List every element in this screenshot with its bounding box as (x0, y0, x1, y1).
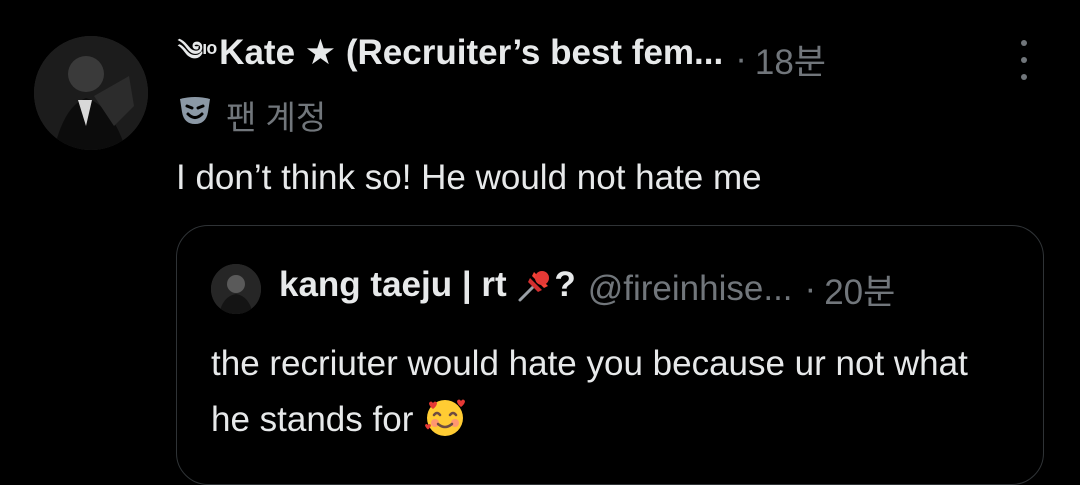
quoted-author-handle[interactable]: @fireinhise... (588, 269, 793, 309)
quoted-author-avatar[interactable] (211, 264, 261, 314)
post-text: I don’t think so! He would not hate me (176, 158, 762, 197)
pushpin-icon (516, 266, 554, 313)
post-header: ༄ᶦᵒKate ★ (Recruiter’s best fem... · 18분 (178, 33, 988, 85)
quoted-separator-dot: · (804, 269, 817, 308)
author-name[interactable]: ༄ᶦᵒKate ★ (Recruiter’s best fem... (178, 23, 723, 96)
quoted-author-name-text: kang taeju | rt (279, 265, 507, 304)
author-avatar[interactable] (34, 36, 148, 150)
separator-dot: · (735, 39, 747, 78)
account-label: 팬 계정 (178, 93, 326, 137)
quoted-post-header: kang taeju | rt ? @fireinhise... · 20분 (211, 264, 1031, 314)
post-timestamp[interactable]: 18분 (755, 34, 826, 85)
quoted-post-text-block: the recriuter would hate you because ur … (211, 336, 1011, 456)
quoted-post-text: the recriuter would hate you because ur … (211, 344, 968, 439)
quoted-post[interactable]: kang taeju | rt ? @fireinhise... · 20분 t… (176, 225, 1044, 485)
more-options-icon[interactable] (1014, 40, 1034, 80)
account-label-text: 팬 계정 (226, 99, 327, 136)
theater-mask-icon (178, 96, 212, 134)
author-name-text: Kate ★ (Recruiter’s best fem... (219, 32, 724, 72)
smiling-face-with-hearts-icon (423, 395, 467, 456)
quoted-author-name[interactable]: kang taeju | rt ? (279, 265, 576, 313)
author-name-prefix: ༄ᶦᵒ (178, 35, 218, 66)
quoted-timestamp[interactable]: 20분 (824, 264, 895, 315)
quoted-author-name-suffix: ? (554, 265, 576, 304)
